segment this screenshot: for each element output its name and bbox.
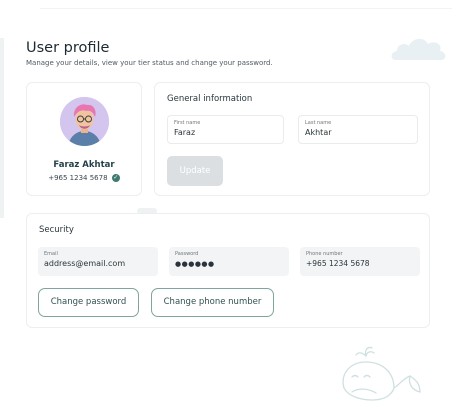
first-name-label: First name [174, 120, 201, 126]
security-heading: Security [39, 225, 74, 235]
update-button[interactable]: Update [167, 156, 223, 186]
page-subtitle: Manage your details, view your tier stat… [26, 59, 273, 67]
profile-card: Faraz Akhtar +965 1234 5678 ✓ [26, 82, 142, 196]
last-name-field[interactable]: Last name Akhtar [298, 115, 418, 144]
avatar[interactable] [60, 97, 109, 146]
sidebar-edge [0, 38, 4, 218]
email-label: Email [44, 251, 58, 257]
password-label: Password [175, 251, 199, 257]
phone-number-value: +965 1234 5678 [306, 259, 370, 268]
last-name-label: Last name [305, 120, 332, 126]
general-information-card: General information First name Faraz Las… [154, 82, 430, 196]
email-value: address@email.com [44, 259, 126, 268]
change-phone-number-button[interactable]: Change phone number [151, 288, 274, 317]
last-name-value: Akhtar [305, 128, 332, 137]
profile-phone: +965 1234 5678 ✓ [27, 174, 141, 182]
avatar-illustration [60, 97, 109, 146]
security-card: Security Email address@email.com Passwor… [26, 213, 430, 328]
password-value: ●●●●●● [175, 260, 215, 268]
profile-name: Faraz Akhtar [53, 160, 115, 170]
general-information-heading: General information [167, 94, 253, 104]
first-name-field[interactable]: First name Faraz [167, 115, 284, 144]
email-field[interactable]: Email address@email.com [38, 247, 158, 276]
top-divider [40, 8, 452, 9]
password-field[interactable]: Password ●●●●●● [169, 247, 289, 276]
first-name-value: Faraz [174, 128, 196, 137]
phone-number-label: Phone number [306, 251, 343, 257]
phone-number-field[interactable]: Phone number +965 1234 5678 [300, 247, 420, 276]
cloud-illustration [391, 38, 446, 60]
page-title: User profile [26, 40, 110, 56]
profile-phone-text: +965 1234 5678 [48, 174, 108, 182]
change-password-button[interactable]: Change password [38, 288, 139, 317]
whale-illustration [342, 346, 421, 401]
check-icon: ✓ [111, 174, 120, 182]
